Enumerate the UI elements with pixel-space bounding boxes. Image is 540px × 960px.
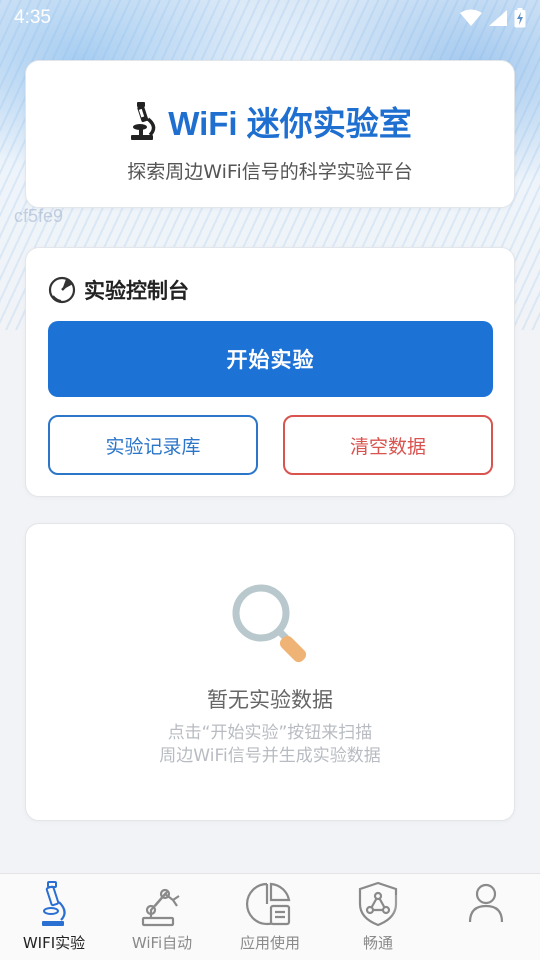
experiment-records-button[interactable]: 实验记录库 [48, 415, 258, 475]
app-title: WiFi 迷你实验室 [168, 105, 412, 142]
control-panel-card: 实验控制台 开始实验 实验记录库 清空数据 [25, 247, 515, 497]
wifi-icon [460, 9, 482, 26]
watermark-text: cf5fe9 [14, 206, 64, 226]
status-time: 4:35 [14, 7, 51, 28]
radar-icon [48, 276, 76, 304]
robot-arm-icon [141, 888, 180, 927]
header-card: WiFi 迷你实验室 探索周边WiFi信号的科学实验平台 [25, 60, 515, 208]
empty-state-hint-line2: 周边WiFi信号并生成实验数据 [159, 746, 381, 766]
cellular-icon [489, 10, 507, 26]
user-icon [468, 883, 504, 923]
microscope-icon [42, 881, 66, 926]
microscope-icon [131, 102, 156, 140]
empty-state-hint-line1: 点击“开始实验”按钮来扫描 [167, 723, 373, 743]
start-experiment-button[interactable]: 开始实验 [48, 321, 493, 397]
control-panel-header: 实验控制台 [48, 275, 189, 305]
header-title-row: WiFi 迷你实验室 [26, 97, 514, 145]
pie-chart-doc-icon [246, 882, 291, 926]
magnifier-icon [232, 584, 307, 663]
nav-item-app-usage[interactable]: 应用使用 [216, 874, 324, 960]
clear-data-button[interactable]: 清空数据 [283, 415, 493, 475]
app-subtitle: 探索周边WiFi信号的科学实验平台 [127, 161, 413, 183]
status-bar: 4:35 [0, 0, 540, 36]
control-panel-title: 实验控制台 [84, 279, 189, 303]
nav-label: 畅通 [362, 934, 393, 952]
nav-item-wifi-experiment[interactable]: WIFI实验 [0, 874, 108, 960]
nav-label: WIFI实验 [22, 934, 86, 952]
status-icons [460, 8, 526, 28]
battery-charging-icon [514, 8, 526, 28]
nav-label: WiFi自动 [131, 934, 193, 952]
nav-label: 应用使用 [239, 934, 300, 952]
empty-state-title: 暂无实验数据 [207, 688, 333, 712]
empty-state-card: 暂无实验数据 点击“开始实验”按钮来扫描 周边WiFi信号并生成实验数据 [25, 523, 515, 821]
nav-fade-overlay [390, 895, 460, 955]
nav-item-wifi-auto[interactable]: WiFi自动 [108, 874, 216, 960]
empty-state-hint: 点击“开始实验”按钮来扫描 周边WiFi信号并生成实验数据 [26, 722, 514, 768]
